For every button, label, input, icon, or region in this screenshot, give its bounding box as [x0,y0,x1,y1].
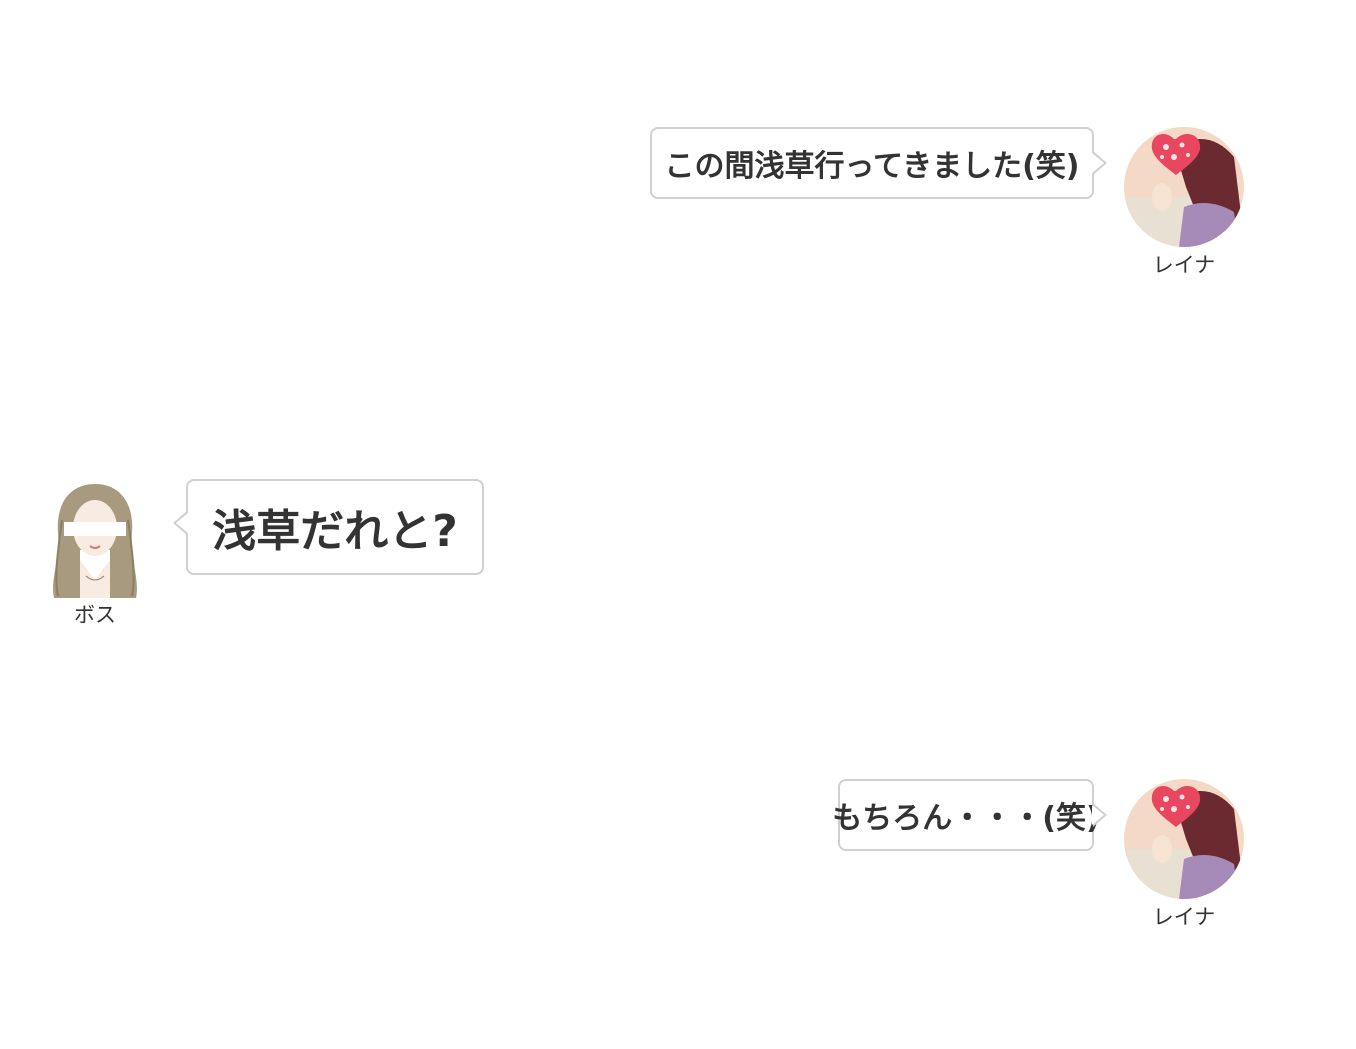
reina-avatar-icon [1124,127,1244,247]
chat-bubble-reina-2: もちろん・・・(笑) [832,779,1107,851]
message-text: この間浅草行ってきました(笑) [664,149,1080,184]
avatar-reina-2: レイナ [1124,779,1244,930]
avatar-boss: ボス [40,480,150,628]
reina-avatar-icon [1124,779,1244,899]
message-text: 浅草だれと? [212,506,458,557]
speaker-name: レイナ [1152,253,1216,277]
avatar-reina-1: レイナ [1124,127,1244,278]
chat-bubble-boss: 浅草だれと? [173,479,484,575]
message-text: もちろん・・・(笑) [832,801,1100,836]
speaker-name: ボス [74,603,116,627]
chat-bubble-reina-1: この間浅草行ってきました(笑) [650,127,1107,199]
boss-avatar-icon [40,480,150,600]
speaker-name: レイナ [1152,905,1216,929]
